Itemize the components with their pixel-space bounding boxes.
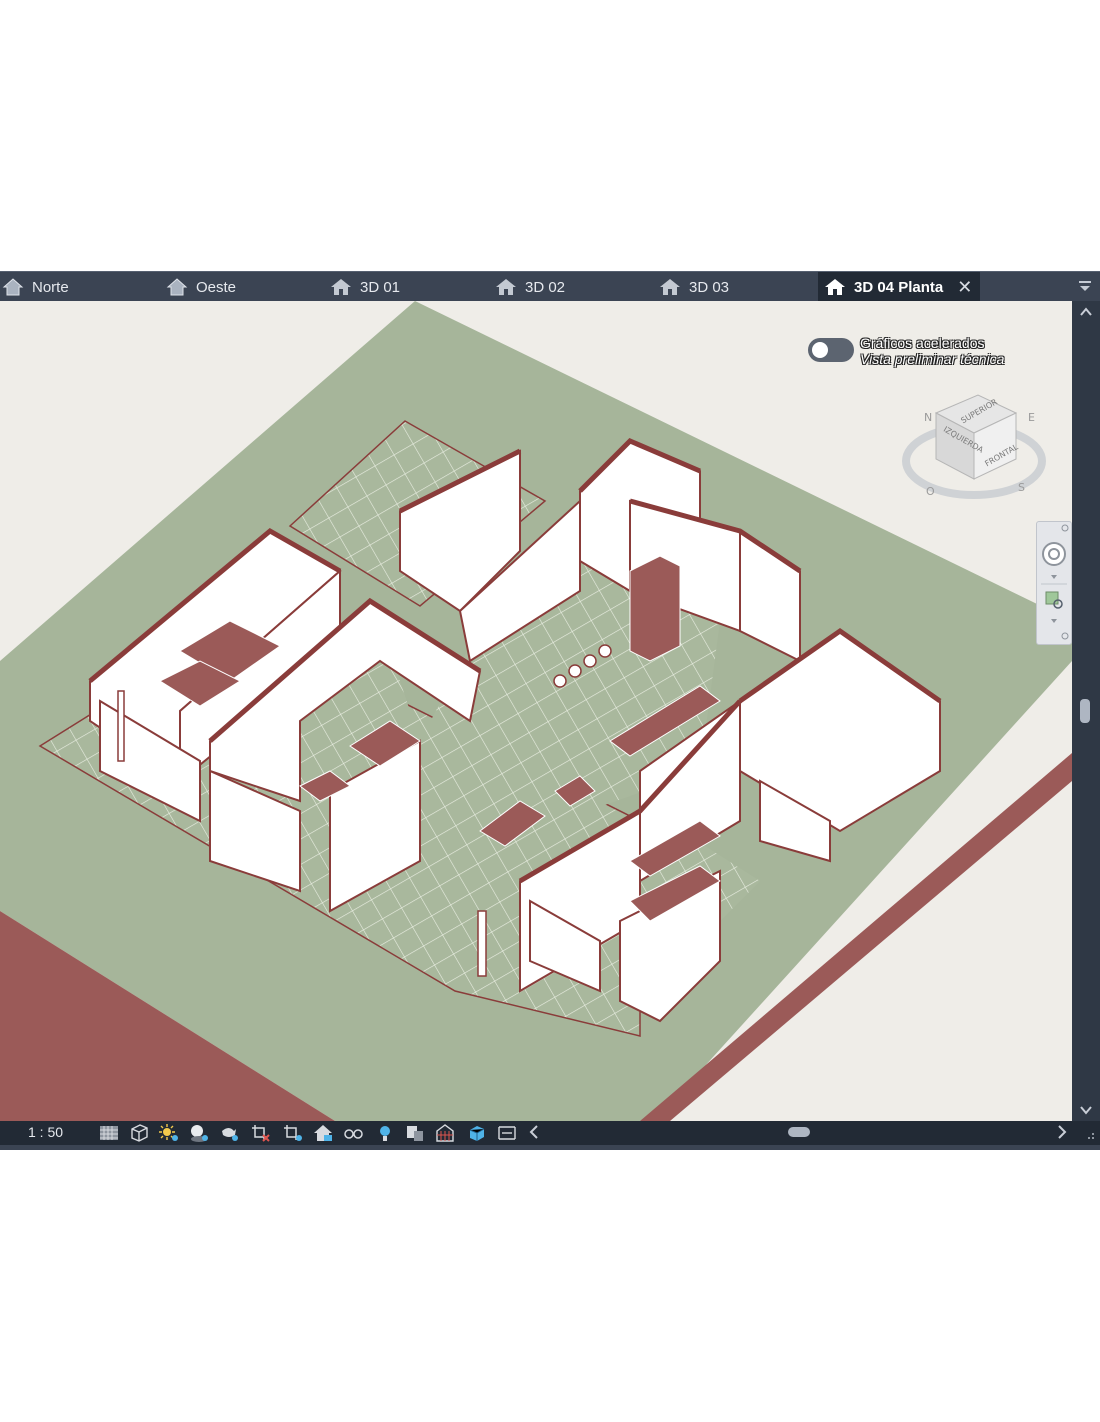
chevron-down-icon[interactable]	[1051, 575, 1057, 579]
viewcube[interactable]: SUPERIOR IZQUIERDA FRONTAL N E S O	[896, 361, 1056, 511]
close-navbar-icon[interactable]	[1061, 524, 1069, 532]
reveal-constraints-icon[interactable]	[496, 1123, 518, 1143]
vertical-scrollbar[interactable]	[1072, 301, 1100, 1121]
lock-3d-view-icon[interactable]	[312, 1123, 334, 1143]
render-teapot-icon[interactable]	[218, 1123, 240, 1143]
column	[477, 910, 487, 977]
3d-house-view-icon	[496, 279, 516, 295]
zoom-region-icon[interactable]	[1045, 591, 1063, 609]
tab-oeste[interactable]: Oeste	[166, 272, 236, 302]
accelerated-graphics-label: Gráficos acelerados	[860, 335, 985, 351]
view-tab-bar: Norte Oeste 3D 01 3D 02 3D 03 3D 04 Plan…	[0, 271, 1100, 302]
show-crop-region-icon[interactable]	[282, 1123, 304, 1143]
3d-house-view-icon	[825, 279, 845, 295]
compass-west: O	[926, 485, 935, 498]
tab-label: 3D 02	[525, 278, 566, 296]
steering-wheel-icon[interactable]	[1042, 542, 1066, 566]
toggle-switch[interactable]	[808, 338, 854, 362]
tab-norte[interactable]: Norte	[2, 272, 69, 302]
close-tab-icon[interactable]: ✕	[957, 277, 972, 298]
shadows-icon[interactable]	[188, 1123, 210, 1143]
stool	[568, 664, 582, 678]
navbar-options-icon[interactable]	[1061, 632, 1069, 640]
highlight-displacement-icon[interactable]	[466, 1123, 488, 1143]
tab-3d-04-planta[interactable]: 3D 04 Planta ✕	[818, 272, 981, 302]
3d-house-view-icon	[331, 279, 351, 295]
visual-style-cube-icon[interactable]	[128, 1123, 150, 1143]
vertical-scroll-thumb[interactable]	[1080, 699, 1090, 723]
3d-view-canvas[interactable]: Gráficos acelerados Vista preliminar téc…	[0, 301, 1072, 1121]
stool	[583, 654, 597, 668]
view-control-bar: 1 : 50	[0, 1121, 1100, 1145]
tab-label: Oeste	[196, 278, 237, 296]
tab-3d-01[interactable]: 3D 01	[330, 272, 400, 302]
chevron-down-icon[interactable]	[1051, 619, 1057, 623]
compass-south: S	[1018, 481, 1025, 494]
resize-grip-icon[interactable]	[1078, 1123, 1100, 1143]
compass-east: E	[1028, 411, 1035, 424]
column	[117, 690, 125, 762]
sun-path-icon[interactable]	[158, 1123, 180, 1143]
navigation-bar	[1036, 521, 1072, 645]
crop-view-icon[interactable]	[250, 1123, 272, 1143]
tab-label: Norte	[32, 278, 69, 296]
temporary-hide-icon[interactable]	[342, 1123, 364, 1143]
window-bottom-border	[0, 1145, 1100, 1150]
stool	[598, 644, 612, 658]
worksharing-display-icon[interactable]	[404, 1123, 426, 1143]
compass-north: N	[924, 411, 932, 424]
detail-level-icon[interactable]	[98, 1123, 120, 1143]
elevation-view-icon	[2, 278, 24, 296]
tab-3d-03[interactable]: 3D 03	[659, 272, 729, 302]
scroll-right-icon[interactable]	[1056, 1123, 1068, 1146]
stool	[553, 674, 567, 688]
refrigerator	[629, 555, 681, 662]
elevation-view-icon	[166, 278, 188, 296]
horizontal-scroll-thumb[interactable]	[788, 1127, 810, 1137]
3d-house-view-icon	[660, 279, 680, 295]
toggle-knob	[812, 342, 828, 358]
view-scale[interactable]: 1 : 50	[28, 1124, 63, 1140]
revit-view-window: Norte Oeste 3D 01 3D 02 3D 03 3D 04 Plan…	[0, 271, 1100, 1150]
reveal-hidden-icon[interactable]	[374, 1123, 396, 1143]
tab-label: 3D 01	[360, 278, 401, 296]
tab-label: 3D 04 Planta	[854, 278, 944, 296]
tab-3d-02[interactable]: 3D 02	[495, 272, 565, 302]
scroll-down-icon[interactable]	[1078, 1103, 1094, 1117]
analytical-model-icon[interactable]	[434, 1123, 456, 1143]
tab-list-dropdown-icon[interactable]	[1078, 278, 1092, 294]
tab-label: 3D 03	[689, 278, 730, 296]
scroll-up-icon[interactable]	[1078, 305, 1094, 319]
scroll-left-icon[interactable]	[528, 1123, 540, 1146]
